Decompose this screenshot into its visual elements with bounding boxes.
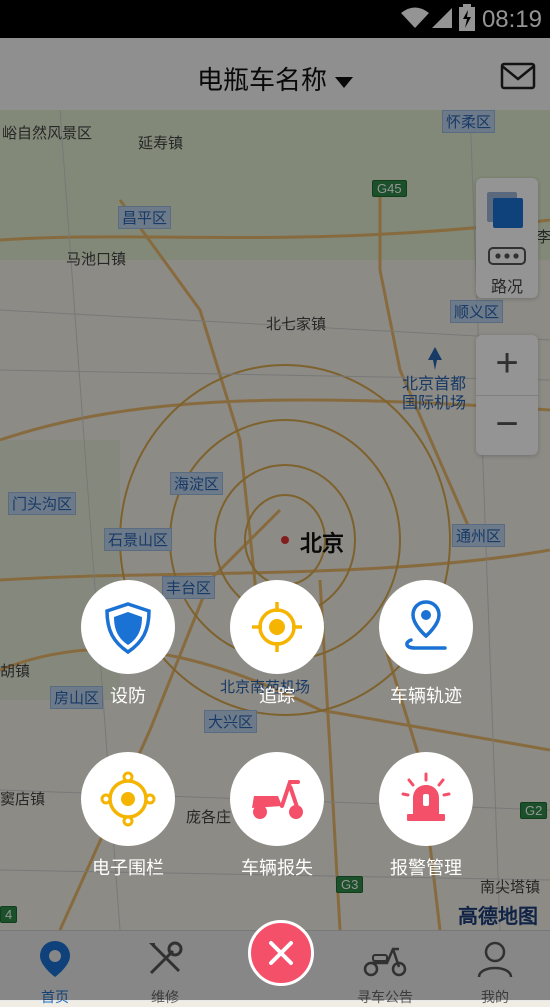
target-icon (252, 602, 302, 652)
feature-label: 报警管理 (390, 858, 462, 878)
location-pin-icon (405, 600, 447, 650)
close-menu-button[interactable] (248, 920, 314, 986)
feature-label: 设防 (110, 686, 146, 706)
scooter-icon (252, 780, 303, 819)
feature-circle (230, 580, 324, 674)
feature-trajectory[interactable]: 车辆轨迹 (352, 580, 500, 708)
feature-label: 电子围栏 (92, 858, 164, 878)
feature-report-lost[interactable]: 车辆报失 (203, 752, 351, 880)
feature-circle (230, 752, 324, 846)
feature-circle (379, 580, 473, 674)
feature-label: 追踪 (259, 686, 295, 706)
shield-icon (105, 602, 151, 655)
feature-geofence[interactable]: 电子围栏 (54, 752, 202, 880)
alarm-light-icon (401, 772, 451, 821)
feature-track[interactable]: 追踪 (203, 580, 351, 708)
feature-label: 车辆轨迹 (390, 686, 462, 706)
feature-alarm-management[interactable]: 报警管理 (352, 752, 500, 880)
feature-circle (379, 752, 473, 846)
feature-arm[interactable]: 设防 (54, 580, 202, 708)
feature-circle (81, 752, 175, 846)
feature-label: 车辆报失 (241, 858, 313, 878)
feature-circle (81, 580, 175, 674)
fence-icon (100, 771, 156, 827)
close-icon (269, 941, 293, 965)
